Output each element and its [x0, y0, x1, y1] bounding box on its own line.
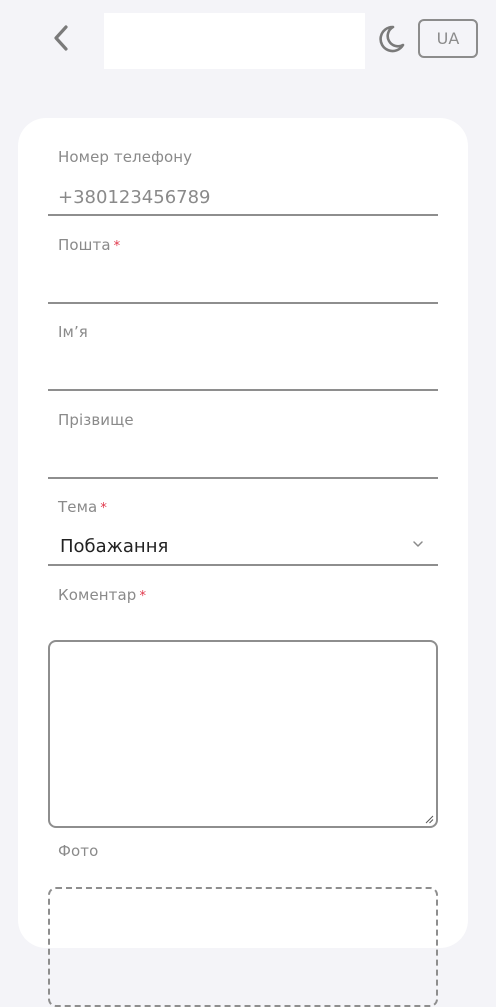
phone-field: Номер телефону — [48, 148, 438, 216]
chevron-down-icon — [413, 541, 423, 547]
email-label: Пошта * — [58, 236, 121, 254]
moon-icon — [379, 25, 405, 53]
photo-label: Фото — [58, 842, 99, 860]
photo-upload-area[interactable] — [48, 887, 438, 1007]
topic-select[interactable]: Побажання — [48, 528, 438, 566]
comment-textarea[interactable] — [48, 640, 438, 828]
first-name-field: Ім’я — [48, 323, 438, 391]
first-name-input[interactable] — [48, 353, 438, 391]
required-asterisk: * — [139, 589, 147, 604]
comment-label: Коментар * — [58, 586, 147, 604]
comment-field: Коментар * — [48, 586, 438, 604]
first-name-label: Ім’я — [58, 323, 88, 341]
email-field: Пошта * — [48, 236, 438, 304]
phone-input[interactable] — [48, 178, 438, 216]
theme-toggle-button[interactable] — [372, 20, 410, 58]
email-input[interactable] — [48, 266, 438, 304]
topic-selected-value: Побажання — [60, 536, 169, 557]
feedback-form-card: Номер телефону Пошта* Ім’я Прізвище Тема… — [18, 118, 468, 1007]
photo-field: Фото — [48, 842, 438, 860]
required-asterisk: * — [113, 239, 121, 254]
language-button[interactable]: UA — [418, 19, 478, 58]
last-name-field: Прізвище — [48, 411, 438, 479]
resize-grip-icon[interactable] — [424, 814, 434, 824]
logo-placeholder — [104, 13, 365, 69]
topic-field: Тема * Побажання — [48, 498, 438, 566]
language-label: UA — [436, 29, 460, 48]
back-button[interactable] — [44, 20, 78, 56]
phone-label: Номер телефону — [58, 148, 193, 166]
topic-label: Тема * — [58, 498, 107, 516]
chevron-left-icon — [54, 25, 68, 51]
last-name-input[interactable] — [48, 441, 438, 479]
top-bar: UA — [0, 0, 496, 80]
last-name-label: Прізвище — [58, 411, 134, 429]
required-asterisk: * — [100, 501, 107, 516]
